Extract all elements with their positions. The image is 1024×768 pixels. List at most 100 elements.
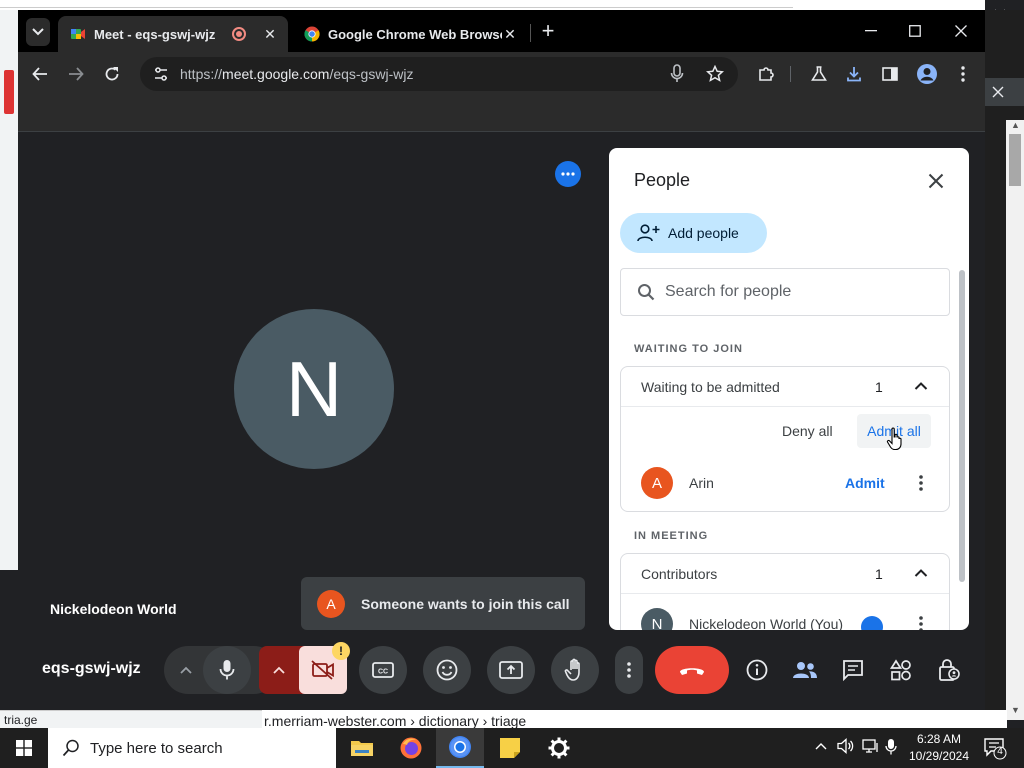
forward-button[interactable] bbox=[64, 62, 88, 86]
sticky-notes-button[interactable] bbox=[486, 728, 534, 768]
file-explorer-button[interactable] bbox=[338, 728, 386, 768]
tab-chrome[interactable]: Google Chrome Web Browser ✕ bbox=[292, 16, 528, 52]
maximize-button[interactable] bbox=[900, 18, 930, 44]
labs-button[interactable] bbox=[807, 62, 831, 86]
tab-search-button[interactable] bbox=[26, 18, 50, 46]
background-page-top bbox=[0, 0, 1024, 10]
microphone-icon bbox=[885, 739, 897, 755]
chevron-up-icon bbox=[815, 743, 827, 750]
tab-meet[interactable]: Meet - eqs-gswj-wjz ✕ bbox=[58, 16, 288, 52]
close-window-button[interactable] bbox=[946, 18, 976, 44]
close-icon bbox=[955, 25, 967, 37]
volume-button[interactable] bbox=[837, 738, 855, 754]
microphone-tray-button[interactable] bbox=[885, 738, 897, 756]
captions-button[interactable]: CC bbox=[359, 646, 407, 694]
forward-arrow-icon bbox=[69, 67, 84, 81]
panel-scrollbar[interactable] bbox=[959, 270, 965, 582]
waiting-person-row: A Arin Admit bbox=[621, 461, 949, 505]
tab-bar: Meet - eqs-gswj-wjz ✕ Google Chrome Web … bbox=[18, 10, 985, 52]
more-horizontal-icon bbox=[561, 172, 575, 176]
firefox-button[interactable] bbox=[387, 728, 435, 768]
people-button[interactable] bbox=[789, 654, 821, 686]
minimize-icon bbox=[865, 30, 877, 32]
close-tab-icon[interactable]: ✕ bbox=[502, 26, 518, 42]
microphone-icon bbox=[219, 660, 235, 680]
background-scrollbar[interactable]: ▲ ▼ bbox=[1006, 120, 1024, 720]
windows-taskbar: Type here to search 6:28 AM 10/29/2024 4 bbox=[0, 728, 1024, 768]
side-panel-icon bbox=[882, 67, 898, 81]
chrome-taskbar-button[interactable] bbox=[436, 728, 484, 768]
meeting-person-row: N Nickelodeon World (You) bbox=[621, 602, 949, 630]
reload-button[interactable] bbox=[100, 62, 124, 86]
background-dismiss-icon bbox=[985, 78, 1024, 106]
settings-button[interactable] bbox=[535, 728, 583, 768]
close-tab-icon[interactable]: ✕ bbox=[262, 26, 278, 42]
close-panel-button[interactable] bbox=[923, 168, 949, 194]
clock-time: 6:28 AM bbox=[916, 732, 962, 746]
maximize-icon bbox=[909, 25, 921, 37]
back-button[interactable] bbox=[28, 62, 52, 86]
admit-button[interactable]: Admit bbox=[845, 475, 885, 491]
tab-title: Google Chrome Web Browser bbox=[328, 26, 502, 42]
people-icon bbox=[793, 662, 817, 678]
audio-options-button[interactable] bbox=[164, 646, 208, 694]
notifications-button[interactable]: 4 bbox=[983, 736, 1007, 760]
reactions-button[interactable] bbox=[423, 646, 471, 694]
people-search-input[interactable] bbox=[665, 283, 925, 301]
bookmark-star-icon bbox=[706, 65, 724, 82]
download-icon bbox=[847, 67, 861, 82]
waiting-group-header[interactable]: Waiting to be admitted 1 bbox=[621, 367, 949, 407]
lock-person-icon bbox=[939, 659, 960, 681]
extensions-button[interactable] bbox=[754, 62, 778, 86]
people-search[interactable] bbox=[620, 268, 950, 316]
kebab-menu-icon bbox=[961, 66, 965, 82]
meeting-details-button[interactable] bbox=[741, 654, 773, 686]
contributors-count: 1 bbox=[875, 565, 883, 582]
show-hidden-icons-button[interactable] bbox=[815, 738, 827, 750]
waiting-section-label: WAITING TO JOIN bbox=[634, 343, 743, 355]
address-bar[interactable]: https://meet.google.com/eqs-gswj-wjz bbox=[140, 57, 738, 91]
gear-icon bbox=[548, 737, 570, 759]
video-options-button[interactable] bbox=[259, 646, 299, 694]
tile-options-button[interactable] bbox=[555, 161, 581, 187]
link-status-bubble: tria.ge bbox=[0, 710, 262, 728]
windows-logo-icon bbox=[16, 740, 32, 756]
contributors-group-header[interactable]: Contributors 1 bbox=[621, 554, 949, 594]
profile-button[interactable] bbox=[915, 62, 939, 86]
present-screen-button[interactable] bbox=[487, 646, 535, 694]
join-request-toast[interactable]: A Someone wants to join this call bbox=[301, 577, 585, 630]
activities-button[interactable] bbox=[885, 654, 917, 686]
side-panel-button[interactable] bbox=[878, 62, 902, 86]
sticky-note-icon bbox=[500, 738, 520, 758]
folder-icon bbox=[351, 741, 373, 756]
more-options-button[interactable] bbox=[615, 646, 643, 694]
downloads-button[interactable] bbox=[842, 62, 866, 86]
chevron-down-icon bbox=[32, 28, 44, 36]
puzzle-icon bbox=[759, 67, 774, 81]
host-controls-button[interactable] bbox=[933, 654, 965, 686]
add-people-button[interactable]: Add people bbox=[620, 213, 767, 253]
new-tab-button[interactable]: + bbox=[536, 20, 560, 44]
add-people-label: Add people bbox=[668, 225, 739, 241]
close-icon bbox=[928, 173, 944, 189]
raise-hand-button[interactable] bbox=[551, 646, 599, 694]
chat-button[interactable] bbox=[837, 654, 869, 686]
person-name: Nickelodeon World (You) bbox=[689, 616, 844, 630]
more-options-icon[interactable] bbox=[917, 475, 925, 491]
flask-icon bbox=[811, 66, 827, 81]
deny-all-button[interactable]: Deny all bbox=[782, 423, 833, 439]
network-button[interactable] bbox=[862, 738, 880, 754]
minimize-button[interactable] bbox=[856, 18, 886, 44]
person-avatar: A bbox=[641, 467, 673, 499]
microphone-button[interactable] bbox=[203, 646, 251, 694]
leave-call-button[interactable] bbox=[655, 646, 729, 694]
camera-off-icon bbox=[311, 660, 334, 680]
speaker-icon bbox=[837, 738, 854, 754]
start-button[interactable] bbox=[0, 728, 48, 768]
browser-menu-button[interactable] bbox=[951, 62, 975, 86]
kebab-menu-icon bbox=[627, 662, 631, 678]
contributors-group: Contributors 1 N Nickelodeon World (You) bbox=[620, 553, 950, 630]
more-options-icon[interactable] bbox=[917, 616, 925, 630]
system-clock[interactable]: 6:28 AM 10/29/2024 bbox=[900, 731, 978, 765]
taskbar-search[interactable]: Type here to search bbox=[48, 728, 336, 768]
